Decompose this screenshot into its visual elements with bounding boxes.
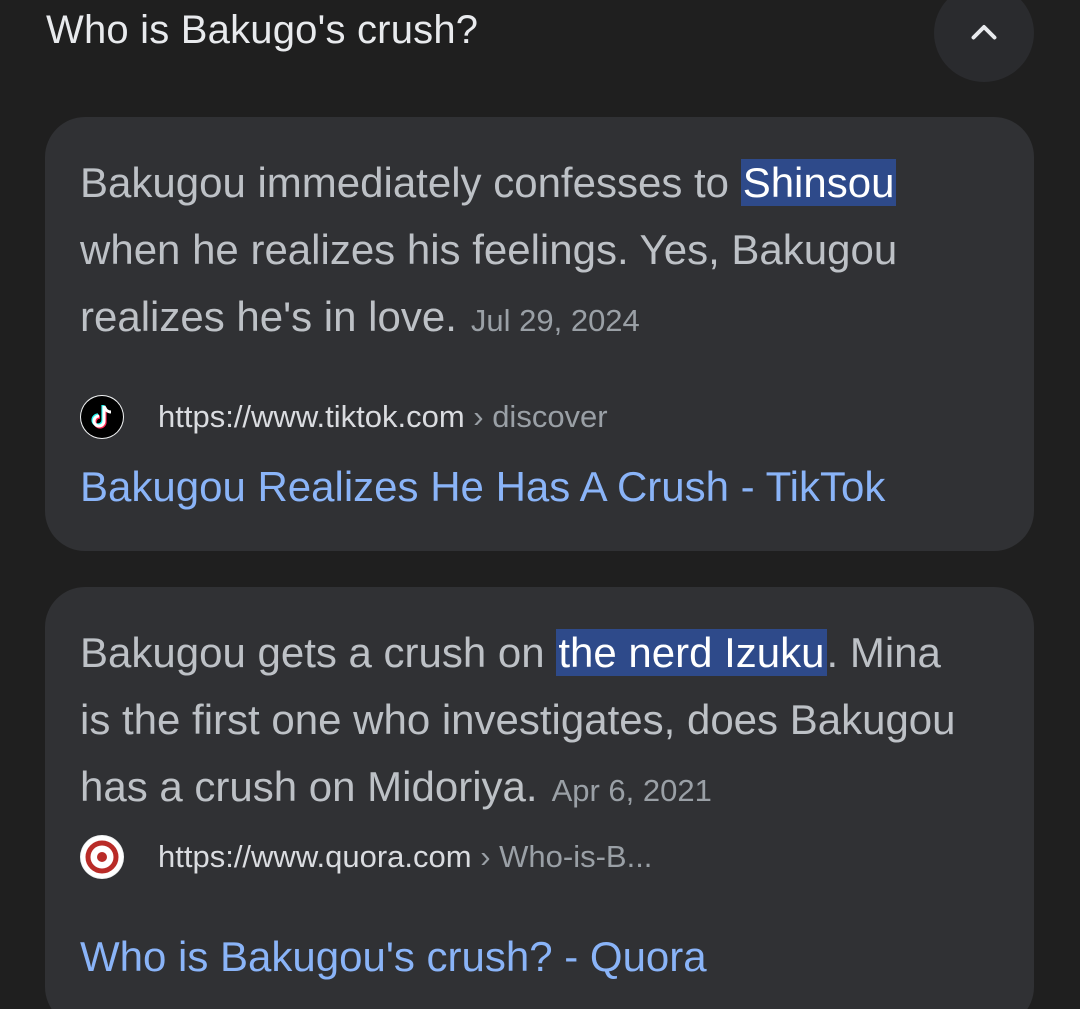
result-date: Jul 29, 2024 bbox=[470, 303, 640, 338]
source-row[interactable]: https://www.tiktok.com › discover bbox=[80, 393, 608, 441]
result-card-tiktok[interactable]: Bakugou immediately confesses to Shinsou… bbox=[45, 117, 1034, 551]
url-domain: https://www.quora.com bbox=[158, 839, 472, 874]
source-row[interactable]: https://www.quora.com › Who-is-B... bbox=[80, 833, 652, 881]
result-title-link[interactable]: Bakugou Realizes He Has A Crush - TikTok bbox=[80, 463, 885, 511]
url-breadcrumb: › discover bbox=[464, 399, 608, 434]
result-date: Apr 6, 2021 bbox=[551, 773, 712, 808]
tiktok-icon bbox=[80, 395, 124, 439]
url-domain: https://www.tiktok.com bbox=[158, 399, 465, 434]
snippet-highlight: the nerd Izuku bbox=[556, 629, 827, 676]
snippet-highlight: Shinsou bbox=[740, 159, 897, 206]
question-heading[interactable]: Who is Bakugo's crush? bbox=[46, 8, 478, 53]
search-result-panel: Who is Bakugo's crush? Bakugou immediate… bbox=[0, 0, 1080, 1009]
result-url[interactable]: https://www.tiktok.com › discover bbox=[158, 399, 608, 435]
url-breadcrumb: › Who-is-B... bbox=[471, 839, 653, 874]
result-card-quora[interactable]: Bakugou gets a crush on the nerd Izuku. … bbox=[45, 587, 1034, 1009]
result-snippet: Bakugou immediately confesses to Shinsou… bbox=[80, 149, 980, 354]
quora-icon bbox=[80, 835, 124, 879]
result-url[interactable]: https://www.quora.com › Who-is-B... bbox=[158, 839, 652, 875]
result-title-link[interactable]: Who is Bakugou's crush? - Quora bbox=[80, 933, 707, 981]
snippet-text: Bakugou immediately confesses to bbox=[80, 159, 741, 206]
chevron-up-icon bbox=[971, 25, 997, 40]
collapse-button[interactable] bbox=[934, 0, 1034, 82]
result-snippet: Bakugou gets a crush on the nerd Izuku. … bbox=[80, 619, 980, 824]
snippet-text: Bakugou gets a crush on bbox=[80, 629, 557, 676]
